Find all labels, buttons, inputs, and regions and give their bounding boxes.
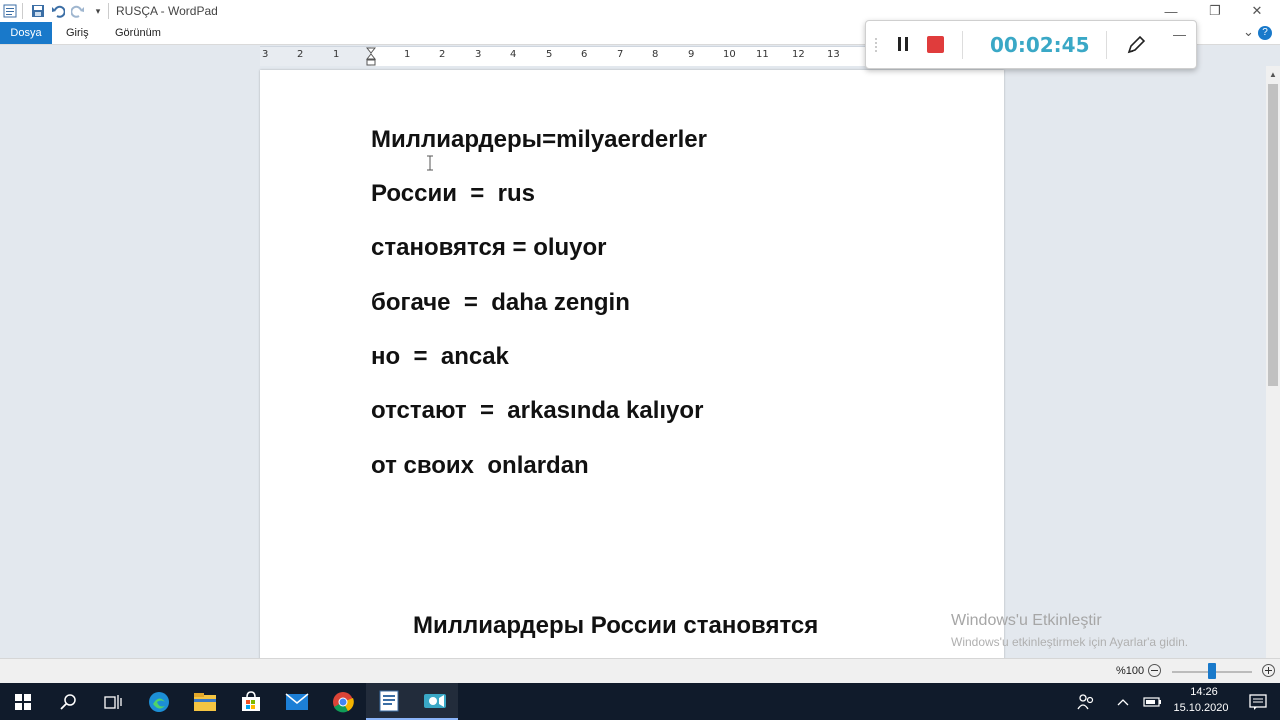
status-bar: %100	[0, 658, 1280, 684]
undo-icon[interactable]	[50, 3, 66, 19]
ruler-label: 9	[688, 49, 695, 60]
show-hidden-icons-chevron-icon[interactable]	[1108, 683, 1138, 720]
ruler-label: 6	[581, 49, 588, 60]
search-icon[interactable]	[46, 683, 92, 720]
ruler-label: 1	[333, 49, 340, 60]
edge-browser-icon[interactable]	[136, 683, 182, 720]
wordpad-taskbar-icon[interactable]	[366, 683, 412, 720]
recording-timer: 00:02:45	[990, 33, 1090, 57]
document-line: России = rus	[371, 180, 535, 207]
close-button[interactable]: ✕	[1234, 0, 1280, 22]
battery-power-icon[interactable]	[1138, 683, 1168, 720]
title-bar: ▾ RUSÇA - WordPad — ❐ ✕	[0, 0, 1280, 22]
vertical-scrollbar[interactable]: ▲	[1266, 66, 1280, 658]
screen-recorder-panel: 00:02:45 —	[865, 20, 1197, 69]
document-line: отстают = arkasında kalıyor	[371, 397, 704, 424]
divider	[108, 3, 109, 19]
wordpad-app-icon[interactable]	[2, 3, 18, 19]
pen-icon[interactable]	[1125, 34, 1147, 56]
file-explorer-icon[interactable]	[182, 683, 228, 720]
document-line: Миллиардеры=milyaerderler	[371, 126, 707, 153]
zoom-in-button[interactable]	[1262, 664, 1275, 677]
ruler-label: 13	[827, 49, 840, 60]
ruler-margin	[260, 47, 371, 66]
redo-icon[interactable]	[70, 3, 86, 19]
customize-quick-access-icon[interactable]: ▾	[90, 3, 106, 19]
activation-watermark-title: Windows'u Etkinleştir	[951, 612, 1102, 629]
zoom-out-button[interactable]	[1148, 664, 1161, 677]
task-view-icon[interactable]	[90, 683, 136, 720]
ruler-label: 10	[723, 49, 736, 60]
document-area[interactable]: Миллиардеры=milyaerderler России = rus с…	[0, 66, 1266, 658]
mail-icon[interactable]	[274, 683, 320, 720]
minimize-button[interactable]: —	[1148, 0, 1194, 22]
pause-button[interactable]	[894, 35, 912, 53]
ruler-label: 8	[652, 49, 659, 60]
ruler-label: 4	[510, 49, 517, 60]
tab-view[interactable]: Görünüm	[103, 22, 173, 44]
stop-button[interactable]	[927, 36, 944, 53]
document-page[interactable]: Миллиардеры=milyaerderler России = rus с…	[260, 70, 1004, 658]
ruler-label: 3	[475, 49, 482, 60]
document-line: богаче = daha zengin	[371, 289, 630, 316]
ruler-label: 2	[297, 49, 304, 60]
divider	[22, 3, 23, 19]
zoom-slider-thumb[interactable]	[1208, 663, 1216, 679]
taskbar-clock-date[interactable]: 15.10.2020	[1166, 702, 1236, 714]
text-cursor-icon	[426, 155, 434, 171]
tab-file[interactable]: Dosya	[0, 22, 52, 44]
restore-button[interactable]: ❐	[1192, 0, 1238, 22]
taskbar: 14:26 15.10.2020	[0, 683, 1280, 720]
drag-handle-icon[interactable]	[874, 37, 878, 53]
minimize-recorder-button[interactable]: —	[1173, 27, 1186, 42]
ruler-label: 12	[792, 49, 805, 60]
collapse-ribbon-icon[interactable]: ⌄	[1243, 22, 1254, 44]
ruler-label: 1	[404, 49, 411, 60]
chrome-icon[interactable]	[320, 683, 366, 720]
document-line: от своих onlardan	[371, 452, 589, 479]
document-line: становятся = oluyor	[371, 234, 607, 261]
indent-marker[interactable]	[365, 47, 377, 66]
scrollbar-thumb[interactable]	[1268, 84, 1278, 386]
document-heading: Миллиардеры России становятся	[413, 612, 819, 639]
document-line: но = ancak	[371, 343, 509, 370]
people-icon[interactable]	[1064, 683, 1108, 720]
save-icon[interactable]	[30, 3, 46, 19]
help-icon[interactable]: ?	[1258, 26, 1272, 40]
ruler-label: 2	[439, 49, 446, 60]
divider	[1106, 31, 1107, 59]
screen-recorder-taskbar-icon[interactable]	[412, 683, 458, 720]
start-button[interactable]	[0, 683, 46, 720]
ruler-label: 11	[756, 49, 769, 60]
ruler-label: 3	[262, 49, 269, 60]
notification-center-icon[interactable]	[1236, 683, 1280, 720]
ruler-label: 5	[546, 49, 553, 60]
store-icon[interactable]	[228, 683, 274, 720]
window-title: RUSÇA - WordPad	[116, 4, 218, 18]
divider	[962, 31, 963, 59]
taskbar-clock-time[interactable]: 14:26	[1174, 686, 1234, 698]
activation-watermark-text: Windows'u etkinleştirmek için Ayarlar'a …	[951, 635, 1189, 649]
scroll-up-icon[interactable]: ▲	[1269, 70, 1277, 79]
tab-home[interactable]: Giriş	[54, 22, 101, 44]
zoom-level: %100	[1116, 665, 1145, 677]
ruler-label: 7	[617, 49, 624, 60]
